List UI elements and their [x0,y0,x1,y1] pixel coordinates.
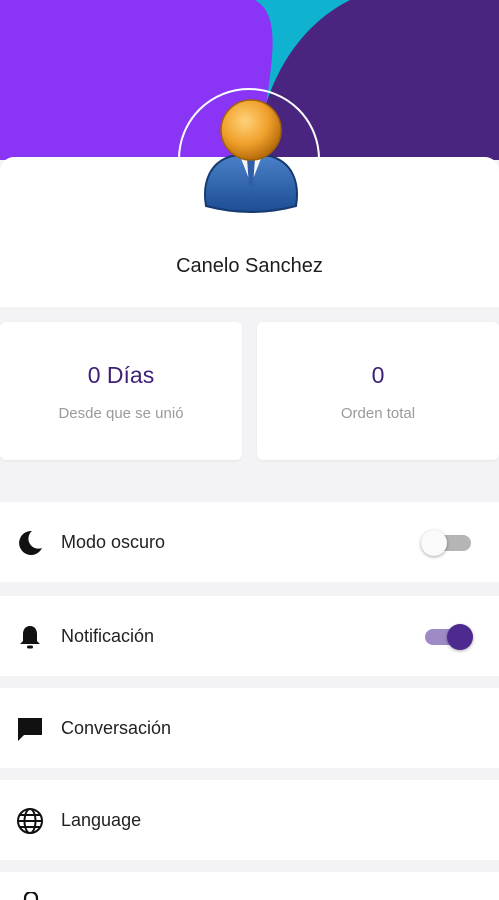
lock-icon [23,892,39,900]
settings-item-label: Language [61,810,142,830]
settings-item-language[interactable]: Language [0,780,499,860]
moon-icon [19,530,42,555]
bell-icon [20,626,40,649]
settings-item-label: Notificación [61,626,155,646]
settings-item-label: Modo oscuro [61,532,166,552]
notifications-toggle[interactable] [425,624,473,650]
profile-name: Canelo Sanchez [176,255,323,277]
avatar[interactable] [196,96,306,216]
globe-icon [17,808,43,834]
stat-label-days: Desde que se unió [58,405,184,422]
stat-card-days: 0 Días Desde que se unió [0,322,242,460]
dark-mode-toggle[interactable] [421,530,471,556]
stat-label-orders: Orden total [340,405,416,422]
stat-value-days: 0 Días [87,362,155,388]
stat-value-orders: 0 [371,362,385,388]
settings-item-partial[interactable] [0,872,499,900]
settings-item-dark-mode[interactable]: Modo oscuro [0,502,499,582]
settings-item-conversation[interactable]: Conversación [0,688,499,768]
settings-item-label: Conversación [61,718,172,738]
settings-item-notifications[interactable]: Notificación [0,596,499,676]
chat-icon [18,718,42,741]
stat-card-orders: 0 Orden total [257,322,499,460]
